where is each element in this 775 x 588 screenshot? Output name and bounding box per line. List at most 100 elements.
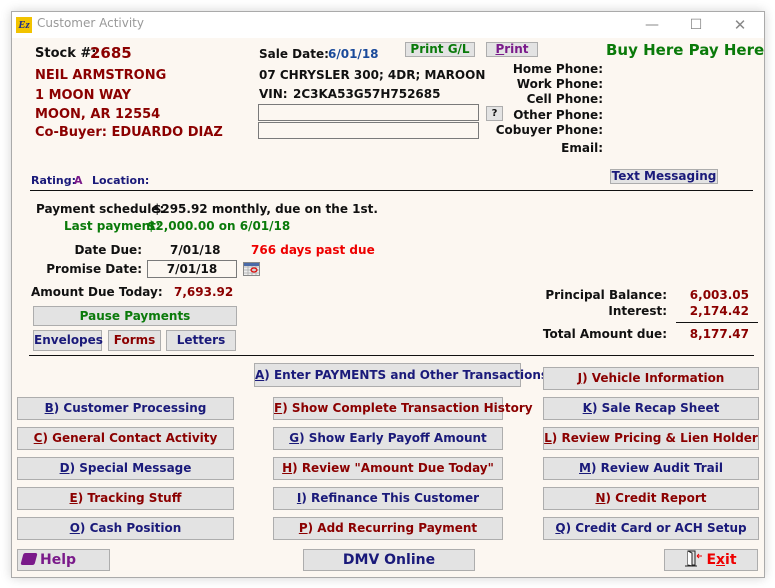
location-label: Location: <box>92 174 150 187</box>
rating-label: Rating: <box>31 174 77 187</box>
hotkey-d: D <box>59 461 70 475</box>
credit-card-ach-button[interactable]: Q) Credit Card or ACH Setup <box>543 517 759 540</box>
hotkey-g: G <box>289 431 300 445</box>
note-field-1[interactable] <box>258 104 479 121</box>
refinance-button[interactable]: I) Refinance This Customer <box>273 487 503 510</box>
tracking-stuff-button[interactable]: E) Tracking Stuff <box>17 487 234 510</box>
amount-due-value: 7,693.92 <box>174 285 234 299</box>
tracking-stuff-label: ) Tracking Stuff <box>77 491 182 505</box>
window-title: Customer Activity <box>37 16 144 30</box>
credit-report-label: ) Credit Report <box>605 491 707 505</box>
hotkey-p: P <box>298 521 308 535</box>
transaction-history-label: ) Show Complete Transaction History <box>282 401 533 415</box>
forms-button[interactable]: Forms <box>108 330 161 351</box>
customer-address-line1: 1 MOON WAY <box>35 88 132 103</box>
cobuyer-name: Co-Buyer: EDUARDO DIAZ <box>35 125 223 140</box>
principal-balance-value: 6,003.05 <box>689 288 749 302</box>
principal-balance-label: Principal Balance: <box>545 288 667 302</box>
total-amount-value: 8,177.47 <box>689 327 749 341</box>
pricing-lien-button[interactable]: L) Review Pricing & Lien Holder <box>543 427 759 450</box>
transaction-history-button[interactable]: F) Show Complete Transaction History <box>273 397 533 420</box>
hotkey-h: H <box>282 461 293 475</box>
cell-phone-label: Cell Phone: <box>526 92 603 106</box>
recurring-payment-label: ) Add Recurring Payment <box>307 521 478 535</box>
text-messaging-button[interactable]: Text Messaging <box>610 169 718 184</box>
maximize-button[interactable]: ☐ <box>674 12 718 38</box>
exit-door-icon <box>685 550 703 567</box>
hotkey-l: L <box>544 431 552 445</box>
interest-label: Interest: <box>608 304 667 318</box>
credit-card-ach-label: ) Credit Card or ACH Setup <box>565 521 747 535</box>
date-due-label: Date Due: <box>74 243 142 257</box>
help-button[interactable]: Help <box>17 549 110 571</box>
work-phone-label: Work Phone: <box>516 77 603 91</box>
total-underline <box>676 322 758 323</box>
pause-payments-button[interactable]: Pause Payments <box>33 306 237 326</box>
customer-processing-button[interactable]: B) Customer Processing <box>17 397 234 420</box>
interest-value: 2,174.42 <box>689 304 749 318</box>
payment-schedule-label: Payment schedule: <box>36 202 165 216</box>
special-message-label: ) Special Message <box>69 461 192 475</box>
hotkey-a: A <box>255 368 265 382</box>
minimize-button[interactable]: — <box>630 12 674 38</box>
brand-title: Buy Here Pay Here <box>606 41 765 59</box>
sale-recap-label: ) Sale Recap Sheet <box>591 401 720 415</box>
close-button[interactable]: ✕ <box>718 12 762 38</box>
divider-top <box>30 190 753 191</box>
letters-button[interactable]: Letters <box>166 330 236 351</box>
print-button[interactable]: Print <box>486 42 538 57</box>
hotkey-k: K <box>582 401 592 415</box>
special-message-button[interactable]: D) Special Message <box>17 457 234 480</box>
hotkey-o: O <box>69 521 80 535</box>
vin-value: 2C3KA53G57H752685 <box>293 87 441 101</box>
audit-trail-button[interactable]: M) Review Audit Trail <box>543 457 759 480</box>
app-logo-icon: Ez <box>16 17 32 33</box>
general-contact-activity-label: ) General Contact Activity <box>42 431 218 445</box>
general-contact-activity-button[interactable]: C) General Contact Activity <box>17 427 234 450</box>
title-bar: Ez Customer Activity — ☐ ✕ <box>12 12 764 38</box>
total-amount-label: Total Amount due: <box>542 327 667 341</box>
home-phone-label: Home Phone: <box>512 62 603 76</box>
vehicle-information-button[interactable]: J) Vehicle Information <box>543 367 759 390</box>
review-amount-due-button[interactable]: H) Review "Amount Due Today" <box>273 457 503 480</box>
cash-position-label: ) Cash Position <box>79 521 182 535</box>
vehicle-description: 07 CHRYSLER 300; 4DR; MAROON <box>259 68 486 82</box>
print-label: rint <box>504 42 529 56</box>
customer-name: NEIL ARMSTRONG <box>35 68 167 83</box>
hotkey-f: F <box>274 401 283 415</box>
recurring-payment-button[interactable]: P) Add Recurring Payment <box>273 517 503 540</box>
promise-date-input[interactable]: 7/01/18 <box>147 260 237 278</box>
customer-processing-label: ) Customer Processing <box>53 401 207 415</box>
audit-trail-label: ) Review Audit Trail <box>591 461 723 475</box>
stock-label: Stock #: <box>35 46 97 61</box>
book-icon <box>20 553 38 565</box>
hotkey-n: N <box>595 491 606 505</box>
hotkey-e: E <box>69 491 78 505</box>
sale-date-value: 6/01/18 <box>328 47 379 61</box>
review-amount-due-label: ) Review "Amount Due Today" <box>292 461 494 475</box>
cash-position-button[interactable]: O) Cash Position <box>17 517 234 540</box>
enter-payments-button[interactable]: A) Enter PAYMENTS and Other Transactions <box>254 363 548 387</box>
calendar-button[interactable] <box>243 262 260 276</box>
dmv-online-button[interactable]: DMV Online <box>303 549 475 571</box>
sale-date-label: Sale Date: <box>259 47 329 61</box>
exit-label-pre: E <box>706 552 717 568</box>
customer-address-line2: MOON, AR 12554 <box>35 107 161 122</box>
pricing-lien-label: ) Review Pricing & Lien Holder <box>551 431 758 445</box>
calendar-icon <box>244 263 259 275</box>
early-payoff-button[interactable]: G) Show Early Payoff Amount <box>273 427 503 450</box>
past-due-notice: 766 days past due <box>251 243 375 257</box>
sale-recap-button[interactable]: K) Sale Recap Sheet <box>543 397 759 420</box>
payment-schedule-value: $295.92 monthly, due on the 1st. <box>153 202 378 216</box>
exit-label-post: it <box>725 552 737 568</box>
credit-report-button[interactable]: N) Credit Report <box>543 487 759 510</box>
note-field-2[interactable] <box>258 122 479 139</box>
envelopes-button[interactable]: Envelopes <box>33 330 103 351</box>
exit-hotkey: x <box>716 552 726 568</box>
print-gl-button[interactable]: Print G/L <box>405 42 475 57</box>
date-due-value: 7/01/18 <box>170 243 221 257</box>
hotkey-m: M <box>579 461 591 475</box>
divider-bottom <box>29 355 754 356</box>
rating-value: A <box>74 174 83 187</box>
exit-button[interactable]: Exit <box>664 549 758 571</box>
